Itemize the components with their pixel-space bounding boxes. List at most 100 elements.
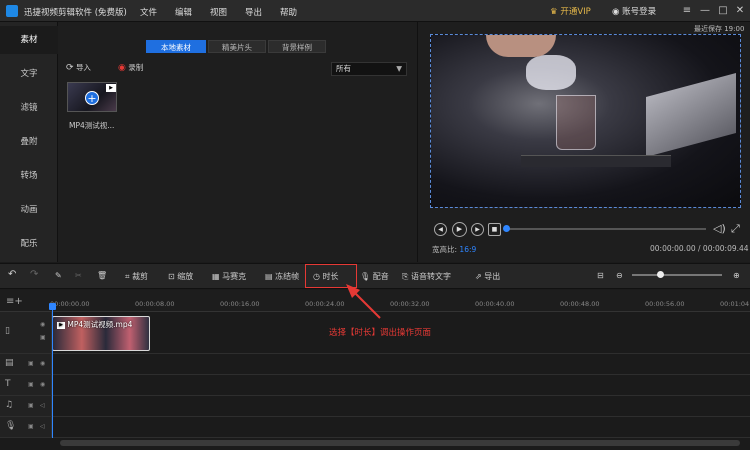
import-icon: ⟳ bbox=[66, 63, 74, 73]
sidebar: 素材 文字 滤镜 叠附 转场 动画 配乐 bbox=[0, 22, 58, 262]
tab-local-media[interactable]: 本地素材 bbox=[146, 40, 206, 53]
microphone-track-icon: 🎙 bbox=[5, 421, 17, 431]
crown-icon: ♛ bbox=[550, 7, 558, 17]
speech-to-text-button[interactable]: ⎘ 语音转文字 bbox=[402, 271, 451, 282]
lock-icon[interactable]: ▣ bbox=[28, 423, 34, 430]
undo-icon[interactable]: ↶ bbox=[8, 269, 16, 280]
tab-backgrounds[interactable]: 背景样例 bbox=[268, 40, 326, 53]
speaker-icon[interactable]: ◁ bbox=[40, 423, 45, 430]
filter-select[interactable]: 所有 ▼ bbox=[331, 62, 407, 76]
timeline-zoom-knob[interactable] bbox=[657, 271, 664, 278]
hand-shape bbox=[486, 35, 556, 57]
tab-intros[interactable]: 精美片头 bbox=[208, 40, 266, 53]
split-icon[interactable]: ✂ bbox=[75, 271, 82, 280]
record-label: 录制 bbox=[128, 63, 144, 72]
eye-icon[interactable]: ◉ bbox=[40, 381, 45, 388]
speaker-icon[interactable]: ◁ bbox=[40, 402, 45, 409]
aspect-ratio[interactable]: 宽高比: 16:9 bbox=[432, 244, 476, 255]
menu-view[interactable]: 视图 bbox=[210, 6, 227, 18]
mosaic-label: 马赛克 bbox=[222, 272, 247, 281]
lock-icon[interactable]: ▣ bbox=[28, 381, 34, 388]
redo-icon[interactable]: ↷ bbox=[30, 269, 38, 280]
sidebar-item-transition[interactable]: 转场 bbox=[0, 162, 58, 190]
playhead[interactable] bbox=[52, 303, 53, 438]
lock-icon[interactable]: ▣ bbox=[40, 334, 46, 341]
fullscreen-icon[interactable]: ⤢ bbox=[731, 222, 740, 236]
title-bar: 迅捷视频剪辑软件 (免费版) 文件 编辑 视图 导出 帮助 ♛ 开通VIP ◉ … bbox=[0, 0, 750, 22]
save-status: 最近保存 19:00 bbox=[694, 25, 745, 33]
sidebar-item-music[interactable]: 配乐 bbox=[0, 230, 58, 258]
menu-help[interactable]: 帮助 bbox=[280, 6, 297, 18]
play-icon[interactable]: ▶ bbox=[452, 222, 467, 237]
fit-timeline-icon[interactable]: ⊟ bbox=[597, 271, 604, 280]
previous-frame-icon[interactable]: ◀ bbox=[434, 223, 447, 236]
eye-icon[interactable]: ◉ bbox=[40, 321, 45, 328]
sidebar-item-filter[interactable]: 滤镜 bbox=[0, 94, 58, 122]
stop-icon[interactable]: ■ bbox=[488, 223, 501, 236]
eye-icon[interactable]: ◉ bbox=[40, 360, 45, 367]
crop-button[interactable]: ⌗ 裁剪 bbox=[125, 271, 148, 282]
text-track[interactable]: T ▣ ◉ bbox=[0, 375, 750, 396]
maximize-icon[interactable]: □ bbox=[716, 4, 730, 18]
zoom-in-icon[interactable]: ⊕ bbox=[733, 271, 740, 280]
edit-icon[interactable]: ✎ bbox=[55, 271, 62, 280]
ice-shape bbox=[526, 55, 576, 90]
timeline-video-clip[interactable]: ▶ MP4测试视频.mp4 bbox=[52, 316, 150, 351]
time-total: 00:00:09.44 bbox=[702, 244, 749, 253]
lock-icon[interactable]: ▣ bbox=[28, 360, 34, 367]
close-icon[interactable]: ✕ bbox=[733, 4, 747, 18]
ruler-tick: 00:00:08.00 bbox=[135, 300, 175, 308]
minimize-icon[interactable]: — bbox=[698, 4, 712, 18]
next-frame-icon[interactable]: ▶ bbox=[471, 223, 484, 236]
dubbing-button[interactable]: 🎙 配音 bbox=[360, 271, 389, 282]
import-button[interactable]: ⟳ 导入 bbox=[66, 62, 91, 73]
text-track-icon: T bbox=[5, 379, 11, 389]
record-button[interactable]: ◉ 录制 bbox=[118, 62, 143, 73]
video-type-icon: ▶ bbox=[57, 321, 65, 329]
speech-icon: ⎘ bbox=[402, 272, 409, 281]
add-clip-icon[interactable]: + bbox=[85, 91, 99, 105]
vip-button[interactable]: ♛ 开通VIP bbox=[550, 5, 591, 17]
menu-edit[interactable]: 编辑 bbox=[175, 6, 192, 18]
freeze-frame-button[interactable]: ▤ 冻结帧 bbox=[265, 271, 299, 282]
zoom-tool-icon: ⊡ bbox=[168, 272, 175, 281]
mosaic-button[interactable]: ▦ 马赛克 bbox=[212, 271, 246, 282]
menu-icon[interactable]: ≡ bbox=[680, 4, 694, 18]
lock-icon[interactable]: ▣ bbox=[28, 402, 34, 409]
timeline-zoom-slider[interactable] bbox=[632, 274, 722, 276]
app-logo-icon bbox=[6, 5, 18, 17]
menu-export[interactable]: 导出 bbox=[245, 6, 262, 18]
media-clip-thumbnail[interactable]: + ▶ bbox=[67, 82, 117, 112]
login-button[interactable]: ◉ 账号登录 bbox=[612, 5, 656, 17]
zoom-button[interactable]: ⊡ 缩放 bbox=[168, 271, 193, 282]
freeze-icon: ▤ bbox=[265, 272, 273, 281]
progress-track[interactable] bbox=[506, 228, 706, 230]
login-label: 账号登录 bbox=[622, 7, 657, 17]
sidebar-item-text[interactable]: 文字 bbox=[0, 60, 58, 88]
volume-icon[interactable]: ◁) bbox=[713, 222, 726, 235]
zoom-label: 缩放 bbox=[177, 272, 194, 281]
music-track[interactable]: ♫ ▣ ◁ bbox=[0, 396, 750, 417]
media-panel: 本地素材 精美片头 背景样例 ⟳ 导入 ◉ 录制 所有 ▼ + ▶ MP4测试视… bbox=[58, 22, 418, 262]
video-track-icon: ▯ bbox=[5, 326, 10, 336]
import-label: 导入 bbox=[75, 63, 91, 72]
pip-track[interactable]: ▤ ▣ ◉ bbox=[0, 354, 750, 375]
record-icon: ◉ bbox=[118, 63, 126, 73]
preview-video-frame[interactable] bbox=[430, 34, 741, 208]
sidebar-item-overlay[interactable]: 叠附 bbox=[0, 128, 58, 156]
add-track-icon[interactable]: ≡+ bbox=[6, 296, 23, 307]
time-current: 00:00:00.00 bbox=[650, 244, 696, 253]
menu-file[interactable]: 文件 bbox=[140, 6, 157, 18]
delete-icon[interactable]: 🗑 bbox=[97, 271, 107, 280]
sidebar-item-media[interactable]: 素材 bbox=[0, 26, 58, 54]
sidebar-item-animation[interactable]: 动画 bbox=[0, 196, 58, 224]
playhead-handle[interactable] bbox=[49, 303, 56, 310]
voice-track[interactable]: 🎙 ▣ ◁ bbox=[0, 417, 750, 438]
progress-knob[interactable] bbox=[503, 225, 510, 232]
ruler-tick: 00:00:24.00 bbox=[305, 300, 345, 308]
time-readout: 00:00:00.00 / 00:00:09.44 bbox=[650, 244, 749, 253]
timeline-scrollbar[interactable] bbox=[60, 440, 740, 446]
zoom-out-icon[interactable]: ⊖ bbox=[616, 271, 623, 280]
export-button[interactable]: ⇗ 导出 bbox=[475, 271, 500, 282]
freeze-label: 冻结帧 bbox=[275, 272, 300, 281]
